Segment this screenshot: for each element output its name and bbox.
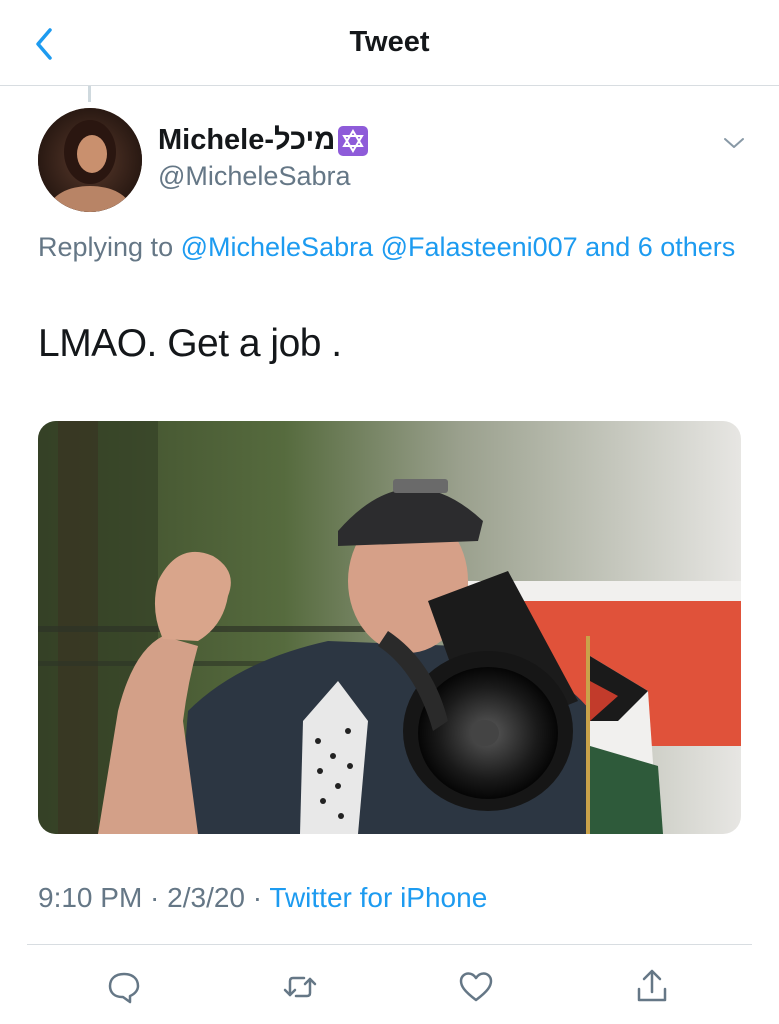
- divider: [27, 944, 752, 945]
- reply-button[interactable]: [104, 967, 144, 1007]
- reply-icon: [108, 972, 140, 1004]
- star-of-david-icon: [338, 125, 369, 156]
- source-link[interactable]: Twitter for iPhone: [269, 882, 487, 913]
- like-button[interactable]: [456, 967, 496, 1007]
- replying-prefix: Replying to: [38, 232, 174, 262]
- avatar-photo: [38, 108, 142, 212]
- mention-link[interactable]: @Falasteeni007: [381, 232, 578, 262]
- tweet-photo[interactable]: [38, 421, 741, 834]
- avatar[interactable]: [38, 108, 142, 212]
- thread-connector-line: [88, 86, 91, 102]
- author-display-name[interactable]: Michele-מיכל: [158, 124, 369, 157]
- retweet-icon: [283, 976, 317, 998]
- share-icon: [637, 969, 667, 1002]
- mention-link[interactable]: @MicheleSabra: [181, 232, 374, 262]
- display-name-text: Michele-מיכל: [158, 124, 336, 156]
- like-icon: [459, 972, 493, 1002]
- author-handle[interactable]: @MicheleSabra: [158, 161, 351, 192]
- navigation-bar: Tweet: [0, 0, 779, 86]
- tweet-text: LMAO. Get a job .: [38, 322, 342, 365]
- replying-to: Replying to @MicheleSabra @Falasteeni007…: [38, 226, 738, 269]
- tweet-menu-button[interactable]: [722, 134, 746, 152]
- tweet-meta: 9:10 PM · 2/3/20 · Twitter for iPhone: [38, 882, 487, 914]
- chevron-down-icon: [724, 138, 744, 148]
- retweet-button[interactable]: [280, 967, 320, 1007]
- photo-illustration: [38, 421, 741, 834]
- others-link[interactable]: and 6 others: [585, 232, 735, 262]
- timestamp: 9:10 PM · 2/3/20 ·: [38, 882, 263, 913]
- page-title: Tweet: [349, 26, 430, 58]
- share-button[interactable]: [632, 967, 672, 1007]
